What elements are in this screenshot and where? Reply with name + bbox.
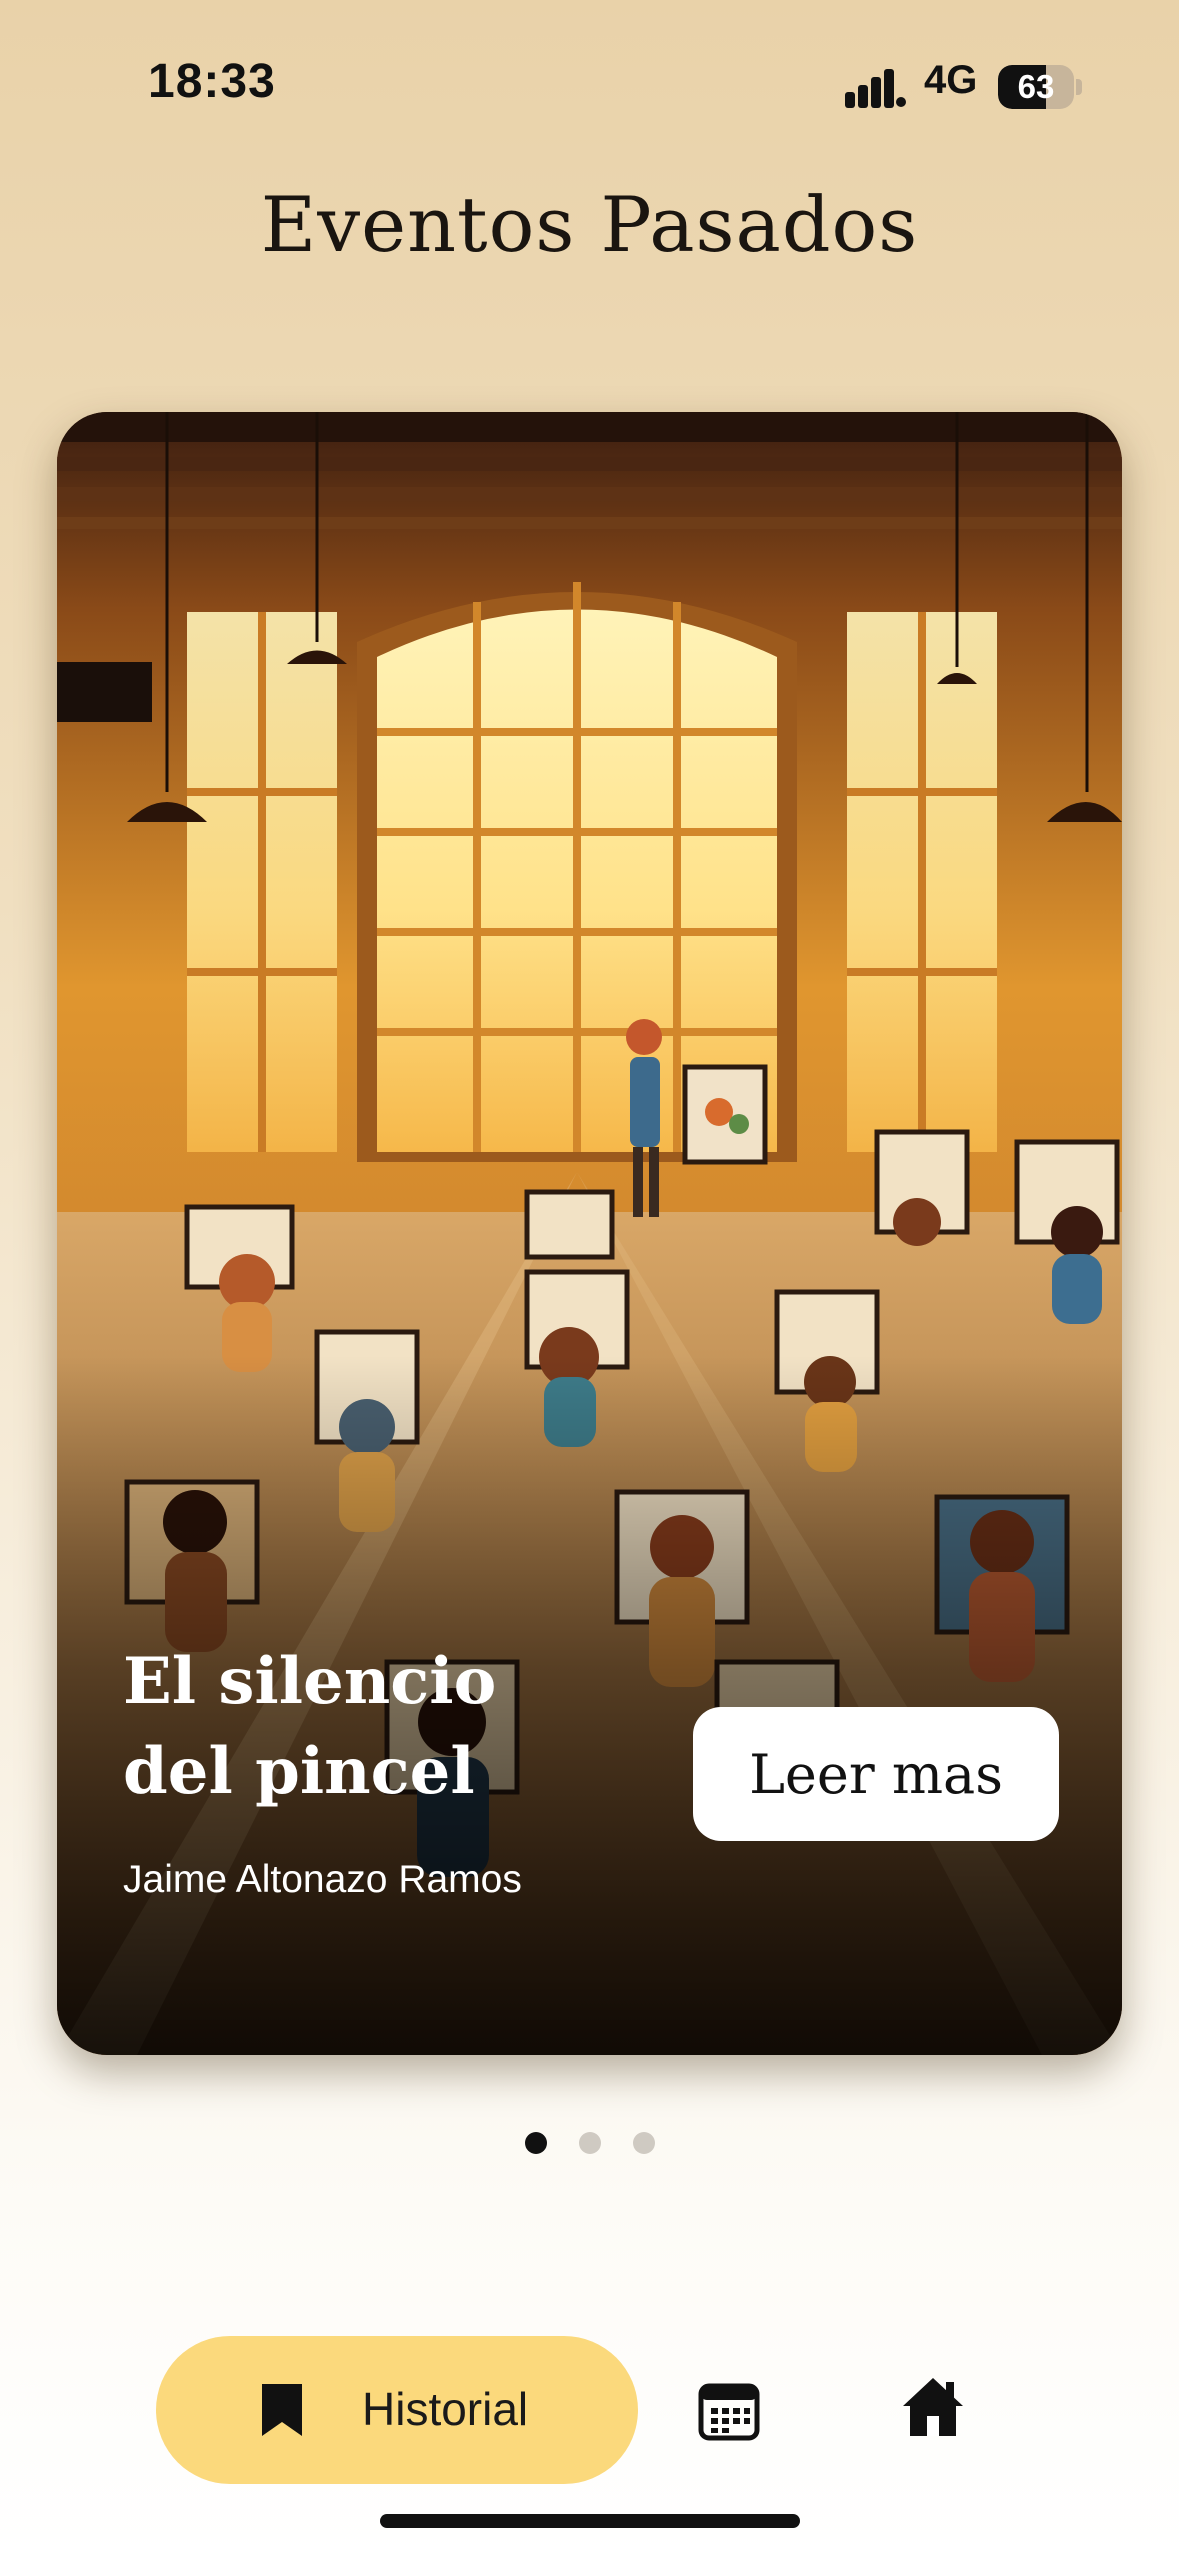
event-title-line2: del pincel [123,1734,475,1809]
pagination-dot[interactable] [578,2132,601,2154]
status-time: 18:33 [148,55,276,108]
battery-icon: 63 [998,65,1074,109]
event-author: Jaime Altonazo Ramos [123,1858,522,1901]
nav-item-label: Historial [362,2383,529,2435]
page-title: Eventos Pasados [260,180,919,269]
battery-nub [1076,79,1082,95]
event-title: El silencio del pincel [123,1637,723,1817]
calendar-icon[interactable] [697,2378,761,2442]
nav-item-historial[interactable]: Historial [156,2336,638,2484]
bookmark-icon [262,2384,302,2436]
network-type: 4G [924,58,978,102]
signal-icon [845,69,906,108]
pagination-dot[interactable] [524,2132,547,2154]
read-more-button[interactable]: Leer mas [693,1707,1059,1841]
carousel-pagination [0,2132,1179,2154]
battery-percent: 63 [1017,68,1055,105]
home-icon[interactable] [900,2374,966,2440]
event-card[interactable]: El silencio del pincel Jaime Altonazo Ra… [57,412,1122,2055]
home-indicator [380,2514,800,2528]
pagination-dot[interactable] [632,2132,655,2154]
status-bar: 18:33 4G 63 [0,0,1179,170]
event-title-line1: El silencio [123,1644,497,1719]
